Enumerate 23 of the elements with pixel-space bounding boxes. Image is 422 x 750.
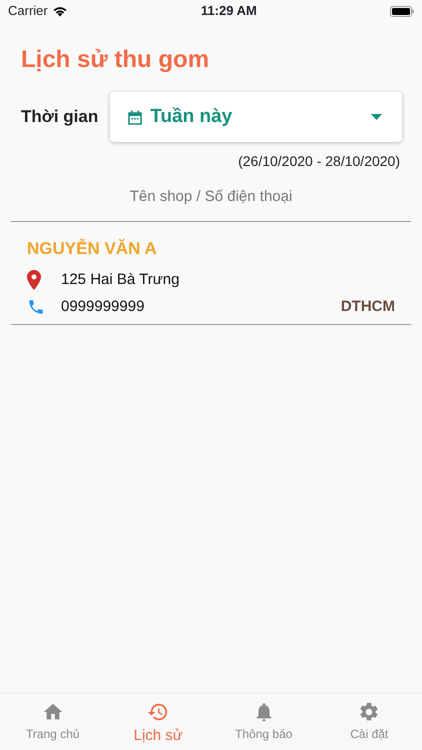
location-pin-icon <box>27 270 41 290</box>
period-dropdown[interactable]: Tuần này <box>110 92 402 142</box>
caret-icon <box>371 114 382 120</box>
customer-name: NGUYỄN VĂN A <box>27 238 158 260</box>
phone-number: 0999999999 <box>61 296 146 316</box>
settings-icon <box>358 701 380 723</box>
wifi-icon <box>52 5 68 17</box>
phone-icon <box>27 298 45 316</box>
tab-item[interactable]: Lịch sử <box>106 693 211 750</box>
area-code: DTHCM <box>340 296 395 316</box>
history-icon <box>147 701 170 723</box>
carrier-text: Carrier <box>8 2 48 20</box>
time-label: Thời gian <box>21 106 98 128</box>
tab-item[interactable]: Cài đặt <box>316 693 422 750</box>
tab-item[interactable]: Trang chủ <box>0 693 106 750</box>
address-text: 125 Hai Bà Trưng <box>61 270 180 290</box>
search-field[interactable]: Tên shop / Số điện thoại <box>11 178 411 222</box>
tab-item[interactable]: Thông báo <box>211 693 316 750</box>
calendar-icon <box>128 110 142 124</box>
page-title: Lịch sử thu gom <box>21 45 210 75</box>
status-time: 11:29 AM <box>200 2 257 20</box>
battery-icon <box>390 6 414 16</box>
date-range: (26/10/2020 - 28/10/2020) <box>237 152 400 171</box>
